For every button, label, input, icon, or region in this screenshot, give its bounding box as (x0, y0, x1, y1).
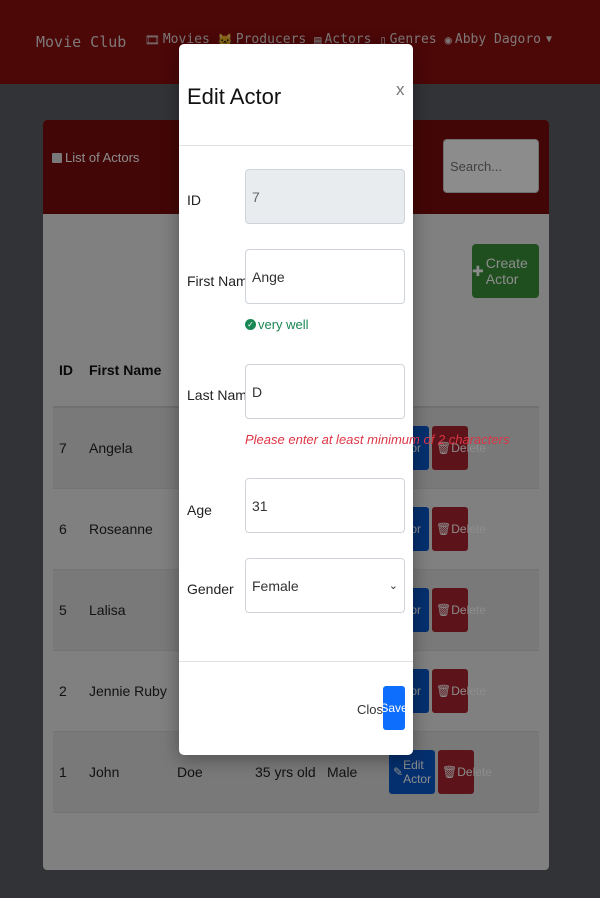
valid-message: very well (258, 317, 309, 332)
first-name-field[interactable] (245, 249, 405, 304)
modal-header-divider (179, 145, 413, 146)
modal-footer-divider (179, 661, 413, 662)
id-field (245, 169, 405, 224)
id-label: ID (187, 192, 201, 208)
chevron-down-icon: ⌄ (388, 580, 398, 592)
save-button[interactable]: Save (380, 686, 408, 730)
last-name-invalid-feedback: Please enter at least minimum of 2 chara… (245, 432, 510, 447)
edit-actor-modal: Edit Actor x ID First Name ✓ very well L… (179, 44, 509, 755)
check-circle-icon: ✓ (245, 319, 256, 330)
gender-label: Gender (187, 581, 234, 597)
close-icon[interactable]: x (396, 80, 405, 100)
age-field[interactable] (245, 478, 405, 533)
gender-selected-value: Female (252, 577, 299, 594)
modal-title: Edit Actor (187, 84, 282, 109)
first-name-valid-feedback: ✓ very well (245, 317, 309, 332)
gender-select[interactable]: Female ⌄ (245, 558, 405, 613)
last-name-field[interactable] (245, 364, 405, 419)
age-label: Age (187, 502, 212, 518)
